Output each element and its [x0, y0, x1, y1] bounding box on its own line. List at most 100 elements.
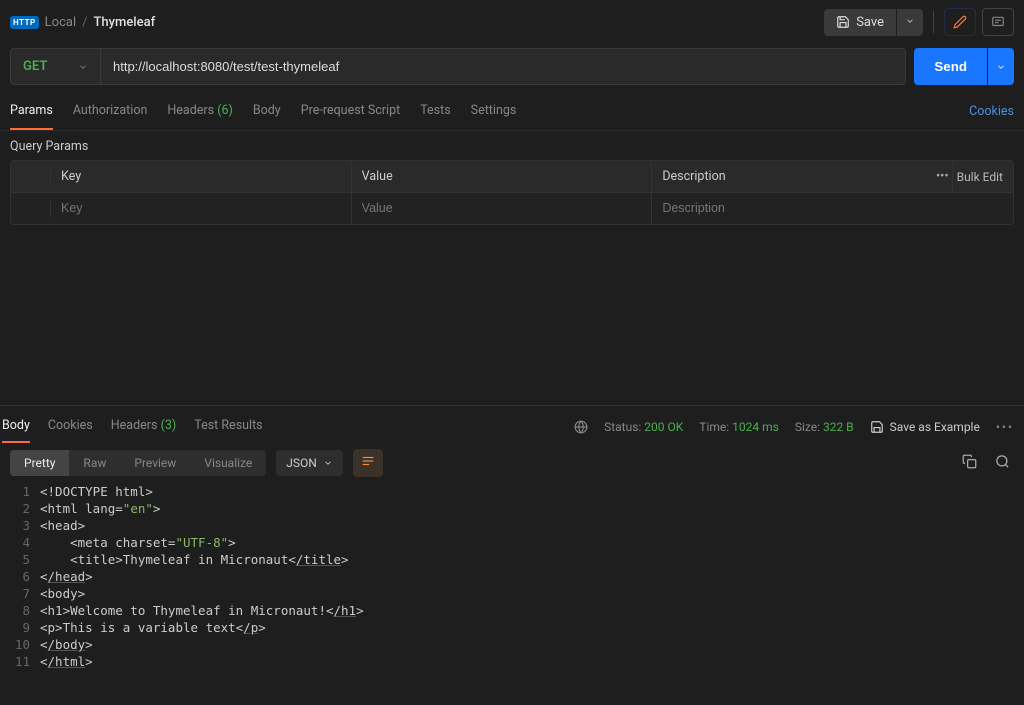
tab-headers[interactable]: Headers (6) — [167, 93, 232, 130]
tab-authorization[interactable]: Authorization — [73, 93, 148, 130]
resp-tab-test-results[interactable]: Test Results — [194, 410, 262, 443]
line-number: 1 — [0, 483, 40, 500]
bulk-edit-link[interactable]: Bulk Edit — [957, 170, 1003, 184]
app-header: HTTP Local / Thymeleaf Save — [0, 0, 1024, 44]
tab-params[interactable]: Params — [10, 93, 53, 130]
request-row: GET Send — [0, 44, 1024, 93]
comment-icon — [991, 15, 1005, 29]
resp-tab-headers[interactable]: Headers (3) — [111, 410, 176, 443]
save-example-label: Save as Example — [890, 420, 980, 434]
params-value-header: Value — [352, 161, 653, 192]
edit-button[interactable] — [944, 8, 976, 36]
resp-tab-headers-label: Headers — [111, 418, 158, 433]
save-icon — [836, 15, 850, 29]
params-header-row: Key Value Description ••• Bulk Edit — [11, 161, 1013, 192]
chevron-down-icon — [996, 62, 1006, 72]
tab-headers-label: Headers — [167, 103, 214, 118]
resp-tab-body[interactable]: Body — [2, 410, 30, 443]
params-value-input[interactable] — [362, 201, 642, 215]
time-value: 1024 ms — [732, 420, 779, 434]
line-content: <head> — [40, 517, 85, 534]
http-badge: HTTP — [10, 16, 39, 29]
code-line: 2<html lang="en"> — [0, 500, 1024, 517]
code-line: 6</head> — [0, 568, 1024, 585]
line-number: 11 — [0, 653, 40, 670]
line-number: 5 — [0, 551, 40, 568]
pencil-icon — [953, 15, 967, 29]
format-select[interactable]: JSON — [276, 450, 343, 476]
save-button[interactable]: Save — [824, 9, 896, 36]
code-line: 11</html> — [0, 653, 1024, 670]
line-number: 6 — [0, 568, 40, 585]
method-select[interactable]: GET — [11, 49, 101, 84]
line-number: 2 — [0, 500, 40, 517]
code-line: 1<!DOCTYPE html> — [0, 483, 1024, 500]
save-icon — [870, 420, 884, 434]
line-number: 10 — [0, 636, 40, 653]
size-label: Size: — [795, 420, 820, 434]
url-input[interactable] — [101, 49, 905, 84]
view-raw[interactable]: Raw — [69, 450, 120, 476]
copy-icon — [962, 454, 977, 469]
view-visualize[interactable]: Visualize — [190, 450, 266, 476]
chevron-down-icon — [323, 458, 333, 468]
time-label: Time: — [699, 420, 729, 434]
resp-tab-cookies[interactable]: Cookies — [48, 410, 93, 443]
line-content: </html> — [40, 653, 93, 670]
save-as-example[interactable]: Save as Example — [870, 420, 980, 434]
wrap-icon — [361, 455, 375, 467]
params-desc-input[interactable] — [662, 201, 1003, 215]
response-code[interactable]: 1<!DOCTYPE html>2<html lang="en">3<head>… — [0, 483, 1024, 705]
tab-body[interactable]: Body — [253, 93, 281, 130]
line-number: 3 — [0, 517, 40, 534]
breadcrumb-local[interactable]: Local — [45, 15, 76, 30]
tab-headers-count: (6) — [217, 103, 233, 118]
line-number: 8 — [0, 602, 40, 619]
line-content: <body> — [40, 585, 85, 602]
view-preview[interactable]: Preview — [120, 450, 190, 476]
format-value: JSON — [286, 456, 317, 470]
cookies-link[interactable]: Cookies — [969, 104, 1014, 119]
comments-button[interactable] — [982, 8, 1014, 36]
line-number: 4 — [0, 534, 40, 551]
code-line: 9<p>This is a variable text</p> — [0, 619, 1024, 636]
query-params-title: Query Params — [0, 131, 1024, 160]
search-button[interactable] — [991, 450, 1014, 477]
breadcrumb: HTTP Local / Thymeleaf — [10, 15, 155, 30]
line-content: <!DOCTYPE html> — [40, 483, 153, 500]
response-more-icon[interactable]: ••• — [996, 420, 1014, 434]
params-row-checkbox[interactable] — [11, 201, 51, 217]
send-dropdown[interactable] — [988, 48, 1014, 85]
line-number: 9 — [0, 619, 40, 636]
response-tabs: Body Cookies Headers (3) Test Results St… — [0, 406, 1024, 443]
view-pretty[interactable]: Pretty — [10, 450, 69, 476]
view-mode-segment: Pretty Raw Preview Visualize — [10, 450, 266, 476]
tab-prerequest[interactable]: Pre-request Script — [301, 93, 400, 130]
globe-icon[interactable] — [574, 420, 588, 434]
code-line: 4 <meta charset="UTF-8"> — [0, 534, 1024, 551]
method-value: GET — [23, 59, 47, 74]
wrap-lines-button[interactable] — [353, 449, 383, 477]
chevron-down-icon — [905, 16, 915, 26]
line-content: </body> — [40, 636, 93, 653]
params-key-input[interactable] — [61, 201, 341, 215]
line-content: <p>This is a variable text</p> — [40, 619, 266, 636]
tab-settings[interactable]: Settings — [471, 93, 517, 130]
save-dropdown[interactable] — [897, 9, 923, 36]
status-value: 200 OK — [644, 420, 683, 434]
params-more-icon[interactable]: ••• — [936, 169, 949, 184]
send-button[interactable]: Send — [914, 48, 987, 85]
line-content: <meta charset="UTF-8"> — [40, 534, 236, 551]
line-content: <title>Thymeleaf in Micronaut</title> — [40, 551, 349, 568]
code-line: 8<h1>Welcome to Thymeleaf in Micronaut!<… — [0, 602, 1024, 619]
tab-tests[interactable]: Tests — [420, 93, 450, 130]
size-value: 322 B — [823, 420, 854, 434]
copy-button[interactable] — [958, 450, 981, 477]
line-number: 7 — [0, 585, 40, 602]
request-tabs: Params Authorization Headers (6) Body Pr… — [0, 93, 1024, 131]
query-params-table: Key Value Description ••• Bulk Edit — [10, 160, 1014, 225]
code-line: 7<body> — [0, 585, 1024, 602]
code-line: 10</body> — [0, 636, 1024, 653]
status-label: Status: — [604, 420, 641, 434]
response-view-row: Pretty Raw Preview Visualize JSON — [0, 443, 1024, 483]
